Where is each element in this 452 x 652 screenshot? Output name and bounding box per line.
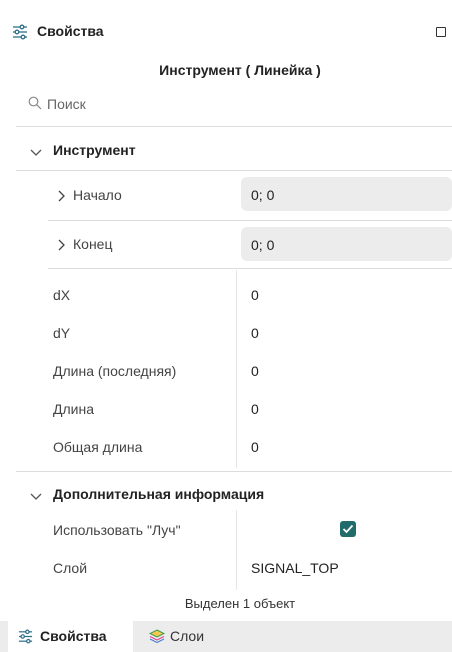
property-row-start: Начало 0; 0	[0, 173, 452, 217]
start-value-field[interactable]: 0; 0	[241, 177, 452, 211]
property-label-length: Длина	[53, 401, 94, 417]
divider	[48, 220, 452, 221]
property-label-layer: Слой	[53, 560, 88, 576]
property-value: 0; 0	[251, 187, 275, 203]
property-label-last-length: Длина (последняя)	[53, 363, 177, 379]
selection-title: Инструмент ( Линейка )	[159, 62, 321, 78]
divider	[16, 170, 452, 171]
property-label-dy: dY	[53, 325, 71, 341]
search-input[interactable]	[47, 94, 427, 114]
tab-label: Свойства	[40, 628, 107, 644]
property-label-dx: dX	[53, 287, 71, 303]
search-icon	[28, 96, 42, 110]
layers-icon	[148, 628, 166, 647]
property-value-last-length[interactable]: 0	[251, 363, 259, 379]
property-label-total-length: Общая длина	[53, 439, 143, 455]
selection-status: Выделен 1 объект	[184, 596, 296, 611]
tab-properties[interactable]: Свойства	[8, 621, 133, 652]
search-bar	[0, 88, 452, 120]
properties-icon	[18, 629, 33, 647]
property-value: 0; 0	[251, 237, 275, 253]
divider	[16, 126, 452, 127]
column-divider	[236, 270, 237, 468]
maximize-icon[interactable]	[436, 27, 446, 37]
section-title-instrument[interactable]: Инструмент	[53, 142, 136, 158]
property-label-beam: Использовать "Луч"	[53, 522, 181, 538]
divider	[48, 268, 452, 269]
panel-title: Свойства	[37, 23, 104, 39]
property-label: Конец	[73, 236, 113, 252]
panel-header: Свойства	[0, 10, 452, 54]
column-divider	[236, 510, 237, 590]
property-value-dx[interactable]: 0	[251, 287, 259, 303]
tab-label: Слои	[170, 628, 205, 644]
chevron-right-icon[interactable]	[57, 189, 65, 207]
divider	[16, 471, 452, 472]
check-icon	[342, 524, 354, 534]
property-value-layer[interactable]: SIGNAL_TOP	[251, 560, 339, 576]
chevron-down-icon[interactable]	[30, 145, 42, 163]
section-title-extra[interactable]: Дополнительная информация	[53, 486, 264, 502]
chevron-right-icon[interactable]	[57, 238, 65, 256]
property-value-length[interactable]: 0	[251, 401, 259, 417]
properties-icon	[12, 24, 28, 40]
property-value-dy[interactable]: 0	[251, 325, 259, 341]
tab-bar: Свойства Слои	[0, 621, 452, 652]
property-label: Начало	[73, 187, 122, 203]
end-value-field[interactable]: 0; 0	[241, 227, 452, 261]
use-beam-checkbox[interactable]	[340, 521, 356, 537]
chevron-down-icon[interactable]	[30, 489, 42, 507]
property-value-total-length[interactable]: 0	[251, 439, 259, 455]
property-row-end: Конец 0; 0	[0, 223, 452, 267]
tab-layers[interactable]: Слои	[140, 621, 220, 652]
